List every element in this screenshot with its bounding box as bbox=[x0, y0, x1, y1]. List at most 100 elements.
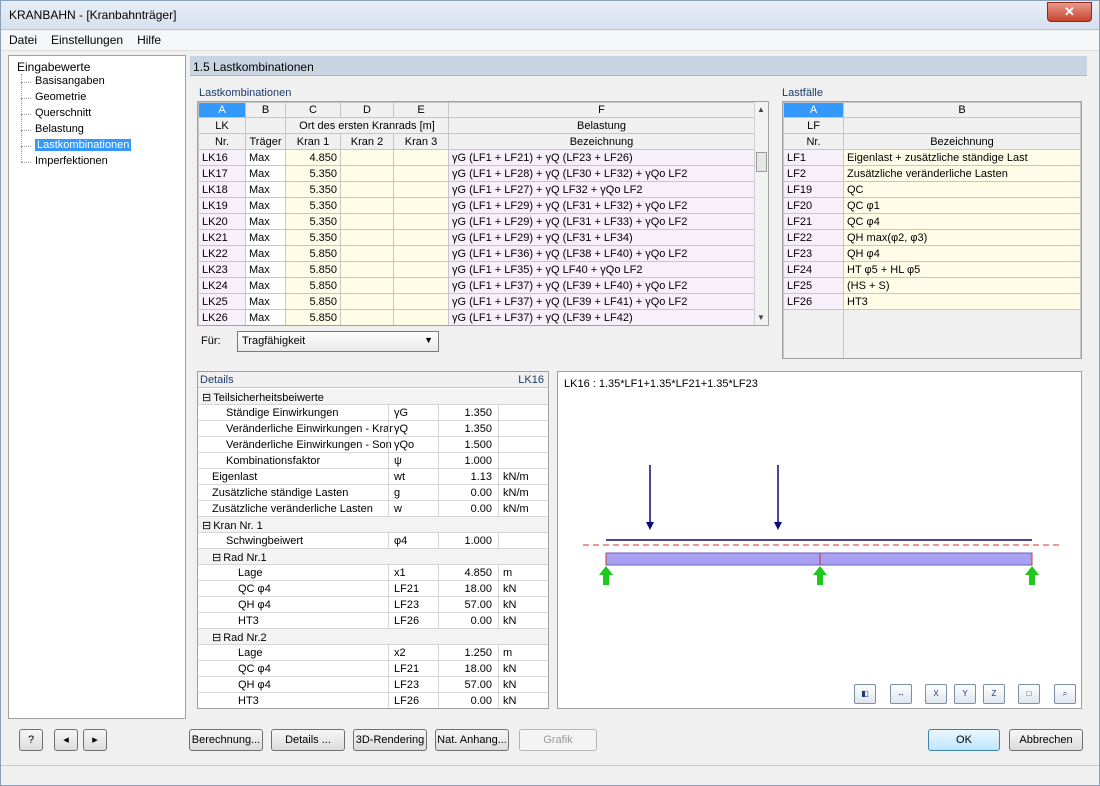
cell-k1[interactable]: 5.850 bbox=[285, 293, 341, 310]
details-value[interactable]: 0.00 bbox=[471, 503, 492, 515]
details-value[interactable]: 4.850 bbox=[464, 567, 492, 579]
cell-traeger[interactable]: Max bbox=[245, 261, 286, 278]
cell-bez[interactable]: HT φ5 + HL φ5 bbox=[843, 261, 1081, 278]
cell-nr[interactable]: LK17 bbox=[198, 165, 246, 182]
abbrechen-button[interactable]: Abbrechen bbox=[1009, 729, 1083, 751]
cell-k1[interactable]: 5.350 bbox=[285, 165, 341, 182]
details-value[interactable]: 18.00 bbox=[464, 583, 492, 595]
cell-traeger[interactable]: Max bbox=[245, 197, 286, 214]
details-value[interactable]: 1.000 bbox=[464, 455, 492, 467]
cell-k1[interactable]: 5.850 bbox=[285, 245, 341, 262]
cell-k1[interactable]: 5.350 bbox=[285, 229, 341, 246]
details-row[interactable]: QH φ4 LF23 57.00 kN bbox=[198, 677, 548, 693]
cell-k1[interactable]: 5.850 bbox=[285, 261, 341, 278]
table-row[interactable]: LF21 QC φ4 bbox=[783, 213, 1081, 230]
table-row[interactable]: LF22 QH max(φ2, φ3) bbox=[783, 229, 1081, 246]
nav-item-belastung[interactable]: Belastung bbox=[21, 123, 84, 135]
cell-k3[interactable] bbox=[393, 197, 449, 214]
details-value[interactable]: 0.00 bbox=[471, 615, 492, 627]
table-row[interactable]: LK23 Max 5.850 γG (LF1 + LF35) + γQ LF40 + … bbox=[198, 261, 755, 278]
cell-traeger[interactable]: Max bbox=[245, 229, 286, 246]
details-row[interactable]: Eigenlast wt 1.13 kN/m bbox=[198, 469, 548, 485]
cell-traeger[interactable]: Max bbox=[245, 245, 286, 262]
cell-k2[interactable] bbox=[340, 165, 394, 182]
cell-k3[interactable] bbox=[393, 309, 449, 325]
details-panel[interactable]: Details LK16 ⊟ Teilsicherheitsbeiwerte Stä… bbox=[197, 371, 549, 709]
nav-item-lastkombinationen[interactable]: Lastkombinationen bbox=[20, 139, 132, 151]
details-value[interactable]: 0.00 bbox=[471, 695, 492, 707]
cell-bez[interactable]: γG (LF1 + LF29) + γQ (LF31 + LF32) + γQo… bbox=[448, 197, 755, 214]
cell-k3[interactable] bbox=[393, 229, 449, 246]
table-row[interactable]: LF1 Eigenlast + zusätzliche ständige Last bbox=[783, 149, 1081, 166]
table-row[interactable]: LF25 (HS + S) bbox=[783, 277, 1081, 294]
details-group-row[interactable]: ⊟ Kran Nr. 1 bbox=[198, 517, 548, 533]
help-icon[interactable]: ? bbox=[19, 729, 43, 751]
details-group-row[interactable]: ⊟ Rad Nr.1 bbox=[198, 549, 548, 565]
cell-nr[interactable]: LK19 bbox=[198, 197, 246, 214]
cell-bez[interactable]: QH φ4 bbox=[843, 245, 1081, 262]
details-row[interactable]: QH φ4 LF23 57.00 kN bbox=[198, 597, 548, 613]
cell-k2[interactable] bbox=[340, 181, 394, 198]
cell-k3[interactable] bbox=[393, 277, 449, 294]
cell-nr[interactable]: LK20 bbox=[198, 213, 246, 230]
cell-bez[interactable]: QC φ4 bbox=[843, 213, 1081, 230]
lf-col-a-header[interactable]: A bbox=[783, 102, 844, 118]
cell-bez[interactable]: Eigenlast + zusätzliche ständige Last bbox=[843, 149, 1081, 166]
dimension-icon[interactable]: ↔ bbox=[890, 684, 912, 704]
cell-bez[interactable]: QC φ1 bbox=[843, 197, 1081, 214]
col-d-header[interactable]: D bbox=[340, 102, 394, 118]
cell-nr[interactable]: LF2 bbox=[783, 165, 844, 182]
cell-nr[interactable]: LF19 bbox=[783, 181, 844, 198]
details-row[interactable]: Zusätzliche veränderliche Lasten w 0.00 kN/… bbox=[198, 501, 548, 517]
details-row[interactable]: Veränderliche Einwirkungen - Son γQo 1.500 bbox=[198, 437, 548, 453]
cell-bez[interactable]: γG (LF1 + LF35) + γQ LF40 + γQo LF2 bbox=[448, 261, 755, 278]
cell-k3[interactable] bbox=[393, 181, 449, 198]
col-c-header[interactable]: C bbox=[285, 102, 341, 118]
3d-rendering-button[interactable]: 3D-Rendering bbox=[353, 729, 427, 751]
cell-nr[interactable]: LK16 bbox=[198, 149, 246, 166]
details-value[interactable]: 57.00 bbox=[464, 599, 492, 611]
cell-k2[interactable] bbox=[340, 293, 394, 310]
cell-k1[interactable]: 5.850 bbox=[285, 277, 341, 294]
cell-bez[interactable]: γG (LF1 + LF27) + γQ LF32 + γQo LF2 bbox=[448, 181, 755, 198]
cell-k3[interactable] bbox=[393, 165, 449, 182]
details-row[interactable]: Kombinationsfaktor ψ 1.000 bbox=[198, 453, 548, 469]
cell-nr[interactable]: LF23 bbox=[783, 245, 844, 262]
cell-nr[interactable]: LF25 bbox=[783, 277, 844, 294]
cell-nr[interactable]: LF21 bbox=[783, 213, 844, 230]
details-row[interactable]: Veränderliche Einwirkungen - Krar γQ 1.350 bbox=[198, 421, 548, 437]
table-row[interactable]: LF24 HT φ5 + HL φ5 bbox=[783, 261, 1081, 278]
cell-traeger[interactable]: Max bbox=[245, 181, 286, 198]
cell-traeger[interactable]: Max bbox=[245, 293, 286, 310]
cell-k3[interactable] bbox=[393, 261, 449, 278]
fuer-select[interactable]: Tragfähigkeit ▼ bbox=[237, 331, 439, 352]
menu-einstellungen[interactable]: Einstellungen bbox=[43, 31, 129, 47]
cell-k1[interactable]: 5.350 bbox=[285, 213, 341, 230]
table-row[interactable]: LK17 Max 5.350 γG (LF1 + LF28) + γQ (LF30 +… bbox=[198, 165, 755, 182]
lk-scrollbar[interactable]: ▲ ▼ bbox=[754, 102, 768, 325]
collapse-icon[interactable]: ⊟ bbox=[202, 392, 211, 404]
table-row[interactable]: LK26 Max 5.850 γG (LF1 + LF37) + γQ (LF39 +… bbox=[198, 309, 755, 325]
view-y-icon[interactable]: Y bbox=[954, 684, 976, 704]
collapse-icon[interactable]: ⊟ bbox=[212, 552, 221, 564]
scroll-up-icon[interactable]: ▲ bbox=[757, 105, 765, 114]
cell-nr[interactable]: LF1 bbox=[783, 149, 844, 166]
table-row[interactable]: LK20 Max 5.350 γG (LF1 + LF29) + γQ (LF31 +… bbox=[198, 213, 755, 230]
col-b-header[interactable]: B bbox=[245, 102, 286, 118]
nav-item-querschnitt[interactable]: Querschnitt bbox=[20, 107, 91, 119]
cell-k3[interactable] bbox=[393, 245, 449, 262]
cell-bez[interactable]: γG (LF1 + LF28) + γQ (LF30 + LF32) + γQo… bbox=[448, 165, 755, 182]
table-row[interactable]: LK18 Max 5.350 γG (LF1 + LF27) + γQ LF32 + … bbox=[198, 181, 755, 198]
details-value[interactable]: 1.250 bbox=[464, 647, 492, 659]
previous-icon[interactable]: ◂ bbox=[54, 729, 78, 751]
nat-anhang-button[interactable]: Nat. Anhang... bbox=[435, 729, 509, 751]
details-value[interactable]: 1.350 bbox=[464, 407, 492, 419]
collapse-icon[interactable]: ⊟ bbox=[202, 520, 211, 532]
table-row[interactable]: LK25 Max 5.850 γG (LF1 + LF37) + γQ (LF39 +… bbox=[198, 293, 755, 310]
nav-item-basisangaben[interactable]: Basisangaben bbox=[21, 75, 105, 87]
cell-k2[interactable] bbox=[340, 213, 394, 230]
cell-k1[interactable]: 4.850 bbox=[285, 149, 341, 166]
berechnung-button[interactable]: Berechnung... bbox=[189, 729, 263, 751]
cell-bez[interactable]: HT3 bbox=[843, 293, 1081, 310]
table-row[interactable]: LK16 Max 4.850 γG (LF1 + LF21) + γQ (LF23 +… bbox=[198, 149, 755, 166]
